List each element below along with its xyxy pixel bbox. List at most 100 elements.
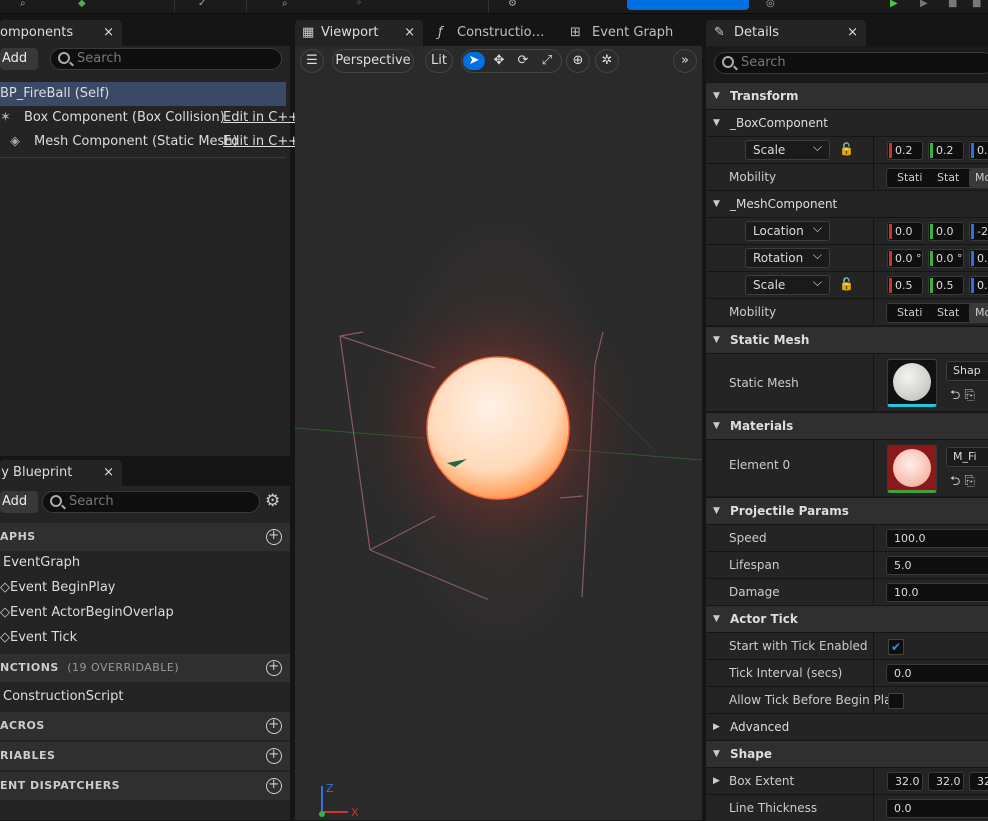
mobility-static[interactable]: Stati — [897, 304, 922, 322]
start-tick-checkbox[interactable]: ✔ — [888, 639, 904, 655]
section-macros[interactable]: ACROS + — [0, 712, 290, 740]
graph-item-eventgraph[interactable]: EventGraph — [3, 551, 80, 575]
add-variable-icon[interactable]: + — [266, 748, 282, 764]
component-row-self[interactable]: BP_FireBall (Self) — [0, 82, 286, 106]
material-thumbnail[interactable] — [887, 445, 937, 493]
use-selected-icon[interactable]: ⮌ ⎘ — [950, 386, 975, 408]
tab-my-blueprint[interactable]: My Blueprint × — [0, 460, 122, 486]
speed-field[interactable]: 100.0 — [886, 529, 988, 548]
toolbar-icon[interactable]: ⌕ — [20, 0, 36, 10]
event-item[interactable]: ◇Event Tick — [0, 626, 77, 650]
rotation-dropdown[interactable]: Rotation — [745, 246, 830, 268]
location-x-field[interactable]: 0.0 — [887, 222, 923, 241]
static-mesh-dropdown[interactable]: Shap — [946, 361, 988, 381]
category-transform[interactable]: ▼ Transform — [706, 82, 988, 109]
scale-tool-icon[interactable]: ⤢ — [536, 52, 558, 70]
event-item[interactable]: ◇Event ActorBeginOverlap — [0, 601, 174, 625]
close-icon[interactable]: × — [103, 20, 114, 46]
lifespan-field[interactable]: 5.0 — [886, 556, 988, 575]
scale-y-field[interactable]: 0.2 — [928, 141, 964, 160]
eject-icon[interactable]: ■ — [972, 0, 981, 9]
allow-tick-checkbox[interactable] — [888, 693, 904, 709]
rotate-tool-icon[interactable]: ⟳ — [512, 52, 534, 70]
section-variables[interactable]: RIABLES + — [0, 742, 290, 770]
lit-button[interactable]: Lit — [425, 49, 453, 73]
gear-icon[interactable]: ⚙ — [265, 491, 280, 511]
tab-event-graph[interactable]: ⊞ Event Graph — [566, 20, 696, 46]
toolbar-icon[interactable]: ◆ — [78, 0, 94, 10]
function-item[interactable]: ConstructionScript — [3, 685, 123, 709]
mobility-movable[interactable]: Mo — [969, 169, 988, 187]
tick-interval-field[interactable]: 0.0 — [886, 664, 988, 683]
add-dispatcher-icon[interactable]: + — [266, 778, 282, 794]
rotation-z-field[interactable]: 0.0 — [969, 249, 988, 268]
tab-viewport[interactable]: ▦ Viewport × — [295, 20, 423, 46]
edit-in-cpp-link[interactable]: Edit in C++ — [223, 106, 299, 130]
toolbar-active-button[interactable] — [627, 0, 749, 10]
expand-arrow-icon[interactable]: ▶ — [713, 768, 720, 794]
toolbar-icon[interactable]: ⚙ — [508, 0, 524, 10]
lock-icon[interactable]: 🔓 — [839, 142, 854, 156]
damage-field[interactable]: 10.0 — [886, 583, 988, 602]
move-tool-icon[interactable]: ✥ — [488, 52, 510, 70]
snap-settings-button[interactable]: ✲ — [595, 49, 619, 73]
category-actor-tick[interactable]: ▼ Actor Tick — [706, 605, 988, 632]
mobility-toggle[interactable]: Stati Stat Mo — [886, 168, 988, 188]
scale-z-field[interactable]: 0.2 — [969, 141, 988, 160]
scale-z-field[interactable]: 0.5 — [969, 276, 988, 295]
location-z-field[interactable]: -2( — [969, 222, 988, 241]
location-y-field[interactable]: 0.0 — [928, 222, 964, 241]
more-options-button[interactable]: » — [673, 49, 697, 73]
category-static-mesh[interactable]: ▼ Static Mesh — [706, 326, 988, 353]
mobility-static[interactable]: Stati — [897, 169, 922, 187]
add-function-icon[interactable]: + — [266, 660, 282, 676]
close-icon[interactable]: × — [847, 20, 858, 46]
line-thickness-field[interactable]: 0.0 — [886, 799, 988, 818]
viewport-canvas[interactable]: Z X — [295, 46, 702, 820]
extent-z-field[interactable]: 32 — [969, 772, 988, 791]
tab-details[interactable]: ✎ Details × — [706, 20, 866, 46]
mobility-movable[interactable]: Mo — [969, 304, 988, 322]
section-event-dispatchers[interactable]: ENT DISPATCHERS + — [0, 772, 290, 800]
subcategory-mesh-component[interactable]: ▼ _MeshComponent — [706, 190, 988, 217]
component-row-box[interactable]: ✶ Box Component (Box Collision) Edit in … — [0, 106, 299, 130]
subcategory-box-component[interactable]: ▼ _BoxComponent — [706, 109, 988, 136]
rotation-y-field[interactable]: 0.0 ° — [928, 249, 964, 268]
perspective-button[interactable]: Perspective — [332, 49, 414, 73]
surface-snap-button[interactable]: ⊕ — [566, 49, 590, 73]
toolbar-icon[interactable]: ⌕ — [282, 0, 298, 10]
component-row-mesh[interactable]: ◈ Mesh Component (Static Mesh) Edit in C… — [0, 130, 299, 154]
tab-components[interactable]: omponents × — [0, 20, 122, 46]
scale-x-field[interactable]: 0.5 — [887, 276, 923, 295]
section-graphs[interactable]: APHS + — [0, 523, 290, 551]
add-macro-icon[interactable]: + — [266, 718, 282, 734]
section-functions[interactable]: NCTIONS (19 OVERRIDABLE) + — [0, 654, 290, 682]
category-materials[interactable]: ▼ Materials — [706, 412, 988, 439]
close-icon[interactable]: × — [103, 460, 114, 486]
toolbar-icon[interactable]: ◎ — [766, 0, 782, 10]
step-icon[interactable]: ▶ — [920, 0, 928, 9]
add-graph-icon[interactable]: + — [266, 529, 282, 545]
static-mesh-thumbnail[interactable] — [887, 359, 937, 407]
scale-dropdown[interactable]: Scale — [745, 273, 830, 295]
extent-y-field[interactable]: 32.0 — [928, 772, 964, 791]
toolbar-icon[interactable]: ◦ — [356, 0, 372, 10]
category-shape[interactable]: ▼ Shape — [706, 740, 988, 767]
close-icon[interactable]: × — [404, 20, 415, 46]
select-tool-icon[interactable]: ➤ — [463, 52, 485, 70]
details-search-input[interactable]: Search — [714, 52, 988, 74]
stop-icon[interactable]: ■ — [948, 0, 957, 9]
components-search-input[interactable]: Search — [50, 48, 282, 70]
viewport-menu-button[interactable]: ☰ — [300, 49, 324, 73]
toolbar-icon[interactable]: ✓ — [198, 0, 214, 10]
use-selected-icon[interactable]: ⮌ ⎘ — [950, 472, 975, 494]
rotation-x-field[interactable]: 0.0 ° — [887, 249, 923, 268]
extent-x-field[interactable]: 32.0 — [887, 772, 923, 791]
subcategory-advanced[interactable]: ▶ Advanced — [706, 713, 988, 740]
tab-construction-script[interactable]: ƒ Constructio… — [430, 20, 560, 46]
play-icon[interactable]: ▶ — [890, 0, 898, 9]
scale-y-field[interactable]: 0.5 — [928, 276, 964, 295]
edit-in-cpp-link[interactable]: Edit in C++ — [223, 130, 299, 154]
location-dropdown[interactable]: Location — [745, 219, 830, 241]
material-dropdown[interactable]: M_Fi — [946, 447, 988, 467]
